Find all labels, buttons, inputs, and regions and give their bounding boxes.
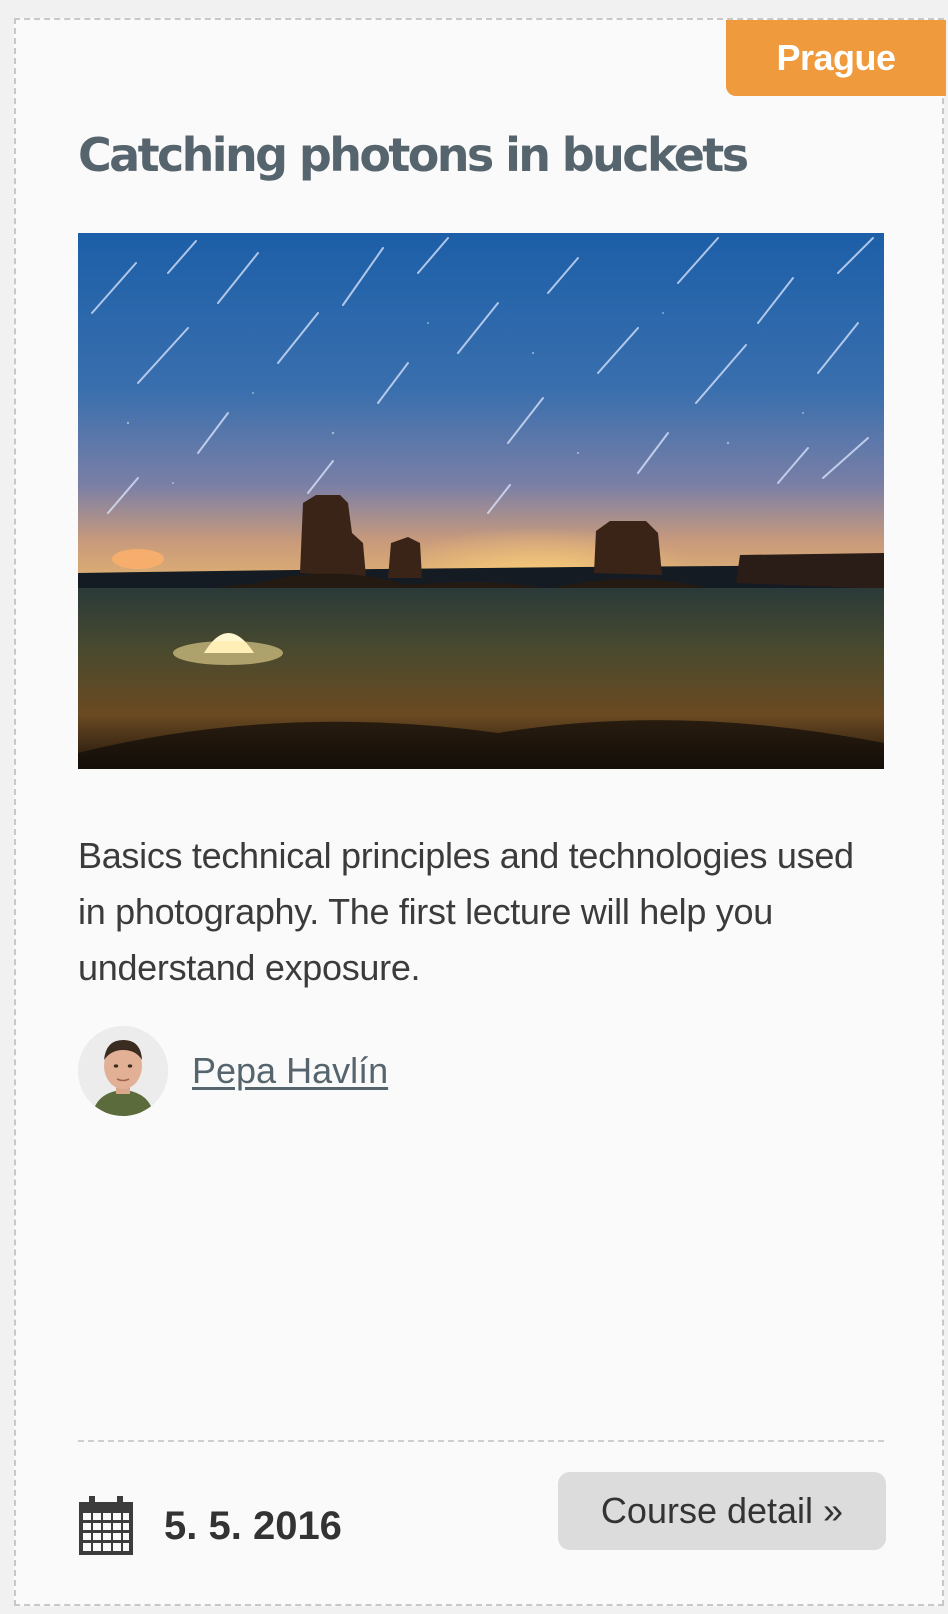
lecturer: Pepa Havlín (78, 1026, 388, 1116)
course-detail-button[interactable]: Course detail » (558, 1472, 886, 1550)
course-image[interactable] (78, 233, 884, 769)
calendar-icon (79, 1496, 133, 1555)
city-badge: Prague (726, 20, 946, 96)
date-text: 5. 5. 2016 (164, 1503, 342, 1548)
course-title[interactable]: Catching photons in buckets (78, 128, 749, 182)
course-card: Prague Catching photons in buckets Basic… (14, 18, 946, 1606)
lecturer-link[interactable]: Pepa Havlín (192, 1050, 388, 1092)
footer-divider (78, 1440, 884, 1442)
course-description: Basics technical principles and technolo… (78, 835, 854, 988)
lecturer-avatar[interactable] (78, 1026, 168, 1116)
course-date: 5. 5. 2016 (78, 1496, 342, 1556)
